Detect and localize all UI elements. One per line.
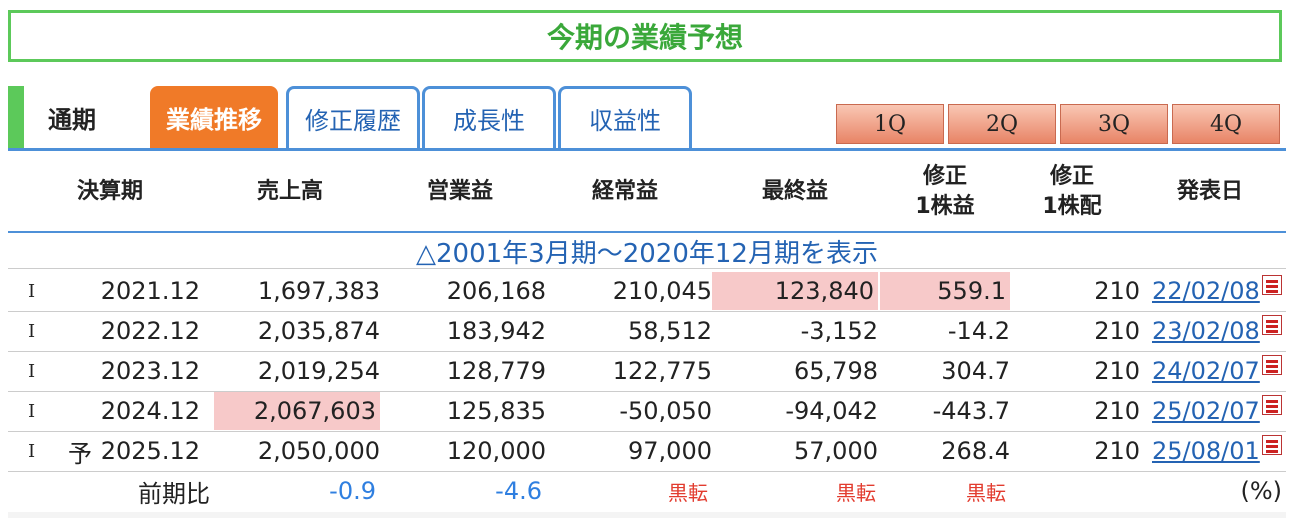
row-dividend: 210 [1094,277,1140,305]
comparison-sales: -0.9 [329,477,376,505]
row-dividend: 210 [1094,397,1140,425]
pdf-icon[interactable] [1261,435,1282,455]
header-operating: 営業益 [426,179,493,204]
row-period: 2022.12 [100,317,200,345]
header-eps-line1: 修正 [922,164,967,189]
table-row: I 2022.12 2,035,874 183,942 58,512 -3,152 -14.… [8,312,1286,352]
pdf-icon[interactable] [1261,355,1282,375]
tab-profitability[interactable]: 収益性 [558,86,692,148]
announce-date-link[interactable]: 22/02/08 [1152,277,1260,305]
row-mark: I [28,280,36,302]
table-bottom-edge [8,512,1286,518]
comparison-operating: -4.6 [495,477,542,505]
row-eps: -443.7 [932,397,1010,425]
row-announce-date: 24/02/07 [1152,352,1286,390]
comparison-eps: 黒転 [966,480,1006,505]
row-operating: 120,000 [446,437,546,465]
tab-growth[interactable]: 成長性 [422,86,556,148]
pdf-icon[interactable] [1261,395,1282,415]
tab-underline [8,148,1286,151]
comparison-label: 前期比 [138,479,210,508]
tab-accent-bar [8,86,24,148]
header-eps: 修正 1株益 [895,152,995,232]
row-announce-date: 25/02/07 [1152,392,1286,430]
row-announce-date: 22/02/08 [1152,272,1286,310]
row-sales: 1,697,383 [257,277,380,305]
row-eps: 304.7 [941,357,1010,385]
header-net: 最終益 [761,179,828,204]
row-sales: 2,019,254 [257,357,380,385]
tab-earnings-trend[interactable]: 業績推移 [150,86,278,148]
row-dividend: 210 [1094,357,1140,385]
header-div-line1: 修正 [1049,164,1094,189]
section-title-box: 今期の業績予想 [8,10,1282,62]
row-dividend: 210 [1094,437,1140,465]
header-eps-line2: 1株益 [915,194,975,219]
tab-revision-history[interactable]: 修正履歴 [286,86,420,148]
header-div-line2: 1株配 [1042,194,1102,219]
show-range-link[interactable]: △2001年3月期～2020年12月期を表示 [8,233,1286,269]
row-operating: 125,835 [446,397,546,425]
pdf-icon[interactable] [1261,315,1282,335]
announce-date-link[interactable]: 23/02/08 [1152,317,1260,345]
row-mark: I [28,360,36,382]
row-ordinary: -50,050 [619,397,712,425]
header-ordinary: 経常益 [591,179,658,204]
row-operating: 128,779 [446,357,546,385]
row-ordinary: 122,775 [612,357,712,385]
quarter-button-1q[interactable]: 1Q [836,104,944,144]
header-period: 決算期 [76,179,143,204]
row-ordinary: 58,512 [628,317,712,345]
row-period: 2024.12 [100,397,200,425]
row-sales: 2,050,000 [257,437,380,465]
row-dividend: 210 [1094,317,1140,345]
row-mark: I [28,440,36,462]
comparison-ordinary: 黒転 [668,480,708,505]
announce-date-link[interactable]: 25/02/07 [1152,397,1260,425]
row-announce-date: 25/08/01 [1152,432,1286,470]
row-net: -94,042 [785,397,878,425]
row-eps: 559.1 [880,272,1010,310]
quarter-button-4q[interactable]: 4Q [1172,104,1280,144]
row-mark: I [28,400,36,422]
row-operating: 183,942 [446,317,546,345]
announce-date-link[interactable]: 24/02/07 [1152,357,1260,385]
row-mark: I [28,320,36,342]
table-row: I 2024.12 2,067,603 125,835 -50,050 -94,042 -4… [8,392,1286,432]
row-period: 2023.12 [100,357,200,385]
row-period: 2025.12 [100,437,200,465]
row-net: 65,798 [794,357,878,385]
row-operating: 206,168 [446,277,546,305]
row-sales: 2,035,874 [257,317,380,345]
section-title: 今期の業績予想 [546,21,743,54]
header-dividend: 修正 1株配 [1022,152,1122,232]
tab-bar: 通期 業績推移 修正履歴 成長性 収益性 1Q 2Q 3Q 4Q [8,86,1286,148]
comparison-row: 前期比 -0.9 -4.6 黒転 黒転 黒転 (%) [8,472,1286,512]
pdf-icon[interactable] [1261,275,1282,295]
row-ordinary: 97,000 [628,437,712,465]
row-net: 57,000 [794,437,878,465]
comparison-unit: (%) [1240,477,1282,505]
header-sales: 売上高 [256,179,323,204]
row-net: 123,840 [712,272,878,310]
announce-date-link[interactable]: 25/08/01 [1152,437,1260,465]
quarter-button-3q[interactable]: 3Q [1060,104,1168,144]
row-eps: -14.2 [947,317,1010,345]
table-row: I 予 2025.12 2,050,000 120,000 97,000 57,000 268… [8,432,1286,472]
table-row: I 2023.12 2,019,254 128,779 122,775 65,798 304… [8,352,1286,392]
range-divider [8,268,1286,269]
quarter-button-2q[interactable]: 2Q [948,104,1056,144]
row-period: 2021.12 [100,277,200,305]
row-announce-date: 23/02/08 [1152,312,1286,350]
row-sales: 2,067,603 [214,392,380,430]
header-announce: 発表日 [1176,179,1243,204]
tab-period-label: 通期 [48,106,96,134]
comparison-net: 黒転 [836,480,876,505]
row-ordinary: 210,045 [612,277,712,305]
table-row: I 2021.12 1,697,383 206,168 210,045 123,840 55… [8,272,1286,312]
row-net: -3,152 [800,317,878,345]
row-eps: 268.4 [941,437,1010,465]
